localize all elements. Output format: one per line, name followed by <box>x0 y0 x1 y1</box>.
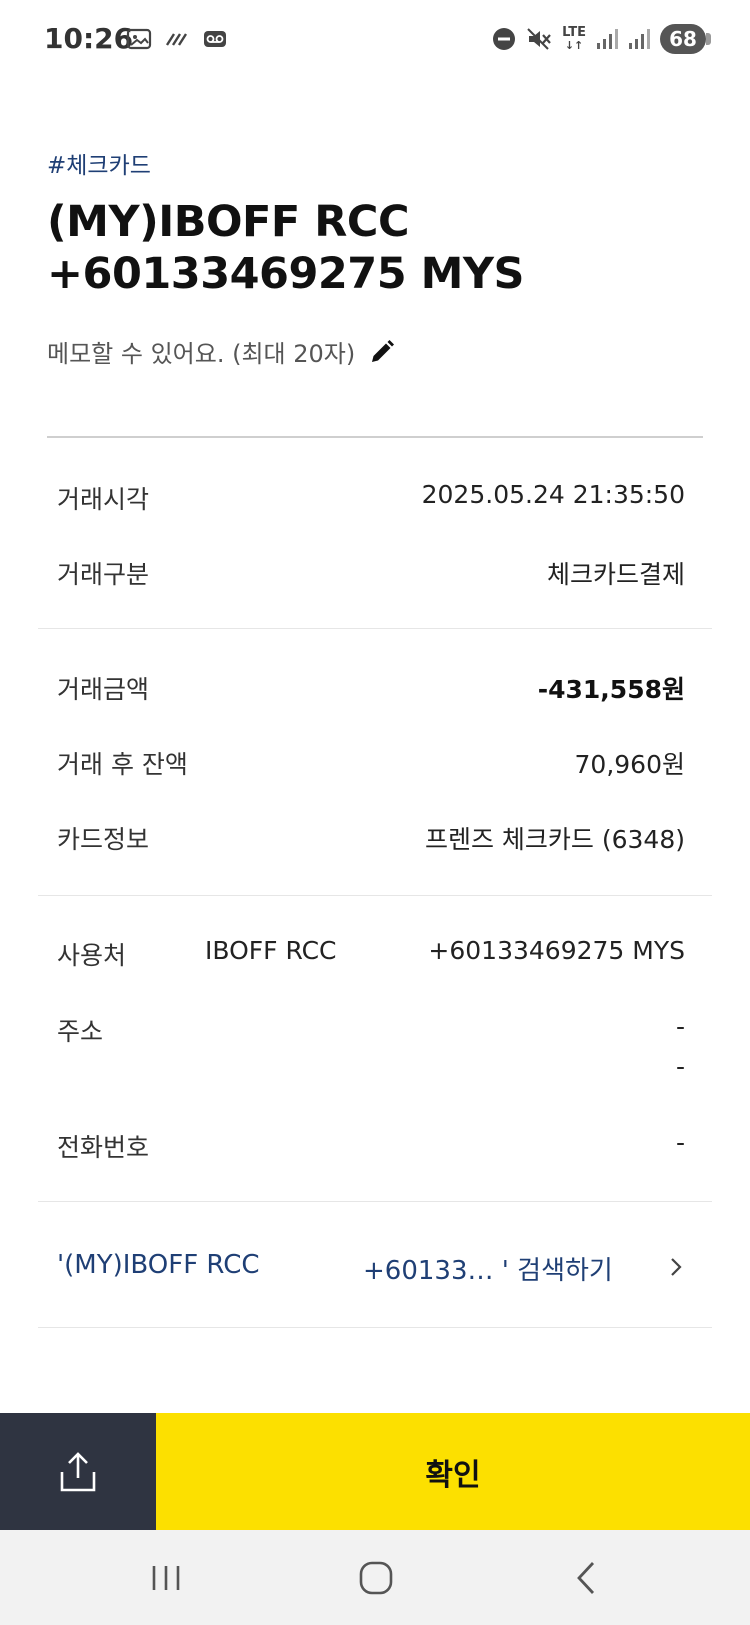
type-label: 거래구분 <box>57 560 150 589</box>
detail-row-merchant: 사용처 IBOFF RCC +60133469275 MYS <box>57 936 685 976</box>
address-value-2: - <box>675 1052 685 1081</box>
header-divider <box>47 436 703 438</box>
detail-row-address-2: - <box>57 1052 685 1092</box>
system-nav-bar <box>0 1530 750 1625</box>
gallery-icon <box>126 28 152 50</box>
time-label: 거래시각 <box>57 485 150 514</box>
status-bar: 10:26 LTE ↓↑ 68 <box>0 0 750 84</box>
category-tag: #체크카드 <box>47 153 151 179</box>
dnd-icon <box>493 28 516 50</box>
memo-placeholder: 메모할 수 있어요. (최대 20자) <box>47 340 356 368</box>
signal-icon-2 <box>629 29 650 49</box>
balance-value: 70,960원 <box>574 750 685 779</box>
home-button[interactable] <box>346 1556 406 1600</box>
section-divider-1 <box>38 628 712 629</box>
merchant-label: 사용처 <box>57 941 127 970</box>
card-value: 프렌즈 체크카드 (6348) <box>424 825 685 854</box>
back-icon <box>577 1562 595 1594</box>
lte-indicator: LTE ↓↑ <box>562 25 586 52</box>
detail-row-card: 카드정보 프렌즈 체크카드 (6348) <box>57 820 685 860</box>
merchant-name: IBOFF RCC <box>205 936 337 965</box>
network-type: LTE <box>562 25 586 40</box>
battery-indicator: 68 <box>660 24 711 54</box>
share-icon <box>60 1451 96 1491</box>
amount-label: 거래금액 <box>57 675 150 704</box>
card-label: 카드정보 <box>57 825 150 854</box>
status-right-icons: LTE ↓↑ 68 <box>492 24 711 54</box>
detail-row-address: 주소 - <box>57 1012 685 1052</box>
title-line-2: +60133469275 MYS <box>47 249 525 299</box>
title-line-1: (MY)IBOFF RCC <box>47 197 410 247</box>
time-value: 2025.05.24 21:35:50 <box>421 480 685 509</box>
search-merchant-link[interactable]: '(MY)IBOFF RCC +60133… ' 검색하기 <box>57 1250 685 1290</box>
detail-row-type: 거래구분 체크카드결제 <box>57 555 685 595</box>
confirm-button[interactable]: 확인 <box>156 1413 750 1530</box>
amount-value: -431,558원 <box>537 675 685 704</box>
section-divider-3 <box>38 1201 712 1202</box>
share-button[interactable] <box>0 1413 156 1530</box>
recent-apps-icon <box>152 1566 180 1590</box>
phone-label: 전화번호 <box>57 1133 150 1162</box>
detail-row-amount: 거래금액 -431,558원 <box>57 670 685 710</box>
page-title: (MY)IBOFF RCC +60133469275 MYS <box>47 196 525 300</box>
section-divider-2 <box>38 895 712 896</box>
address-label: 주소 <box>57 1017 104 1046</box>
wifi-calling-icon <box>165 33 188 46</box>
voicemail-icon <box>204 31 226 47</box>
type-value: 체크카드결제 <box>546 560 685 589</box>
address-value-1: - <box>675 1012 685 1041</box>
status-time: 10:26 <box>44 22 134 55</box>
battery-level: 68 <box>669 27 697 51</box>
signal-icon <box>597 29 618 49</box>
balance-label: 거래 후 잔액 <box>57 750 188 779</box>
back-button[interactable] <box>556 1556 616 1600</box>
home-icon <box>359 1561 393 1595</box>
phone-value: - <box>675 1128 685 1157</box>
detail-row-balance: 거래 후 잔액 70,960원 <box>57 745 685 785</box>
mute-icon <box>527 28 551 50</box>
chevron-right-icon <box>671 1258 682 1276</box>
merchant-value: +60133469275 MYS <box>428 936 685 965</box>
search-link-merchant: '(MY)IBOFF RCC <box>57 1250 260 1280</box>
detail-row-phone: 전화번호 - <box>57 1128 685 1168</box>
pencil-icon[interactable] <box>369 339 395 365</box>
recent-apps-button[interactable] <box>136 1556 196 1600</box>
status-left-icons <box>126 28 228 50</box>
memo-field[interactable]: 메모할 수 있어요. (최대 20자) <box>47 334 395 369</box>
search-link-action: +60133… ' 검색하기 <box>363 1256 613 1286</box>
detail-row-time: 거래시각 2025.05.24 21:35:50 <box>57 480 685 520</box>
section-divider-4 <box>38 1327 712 1328</box>
